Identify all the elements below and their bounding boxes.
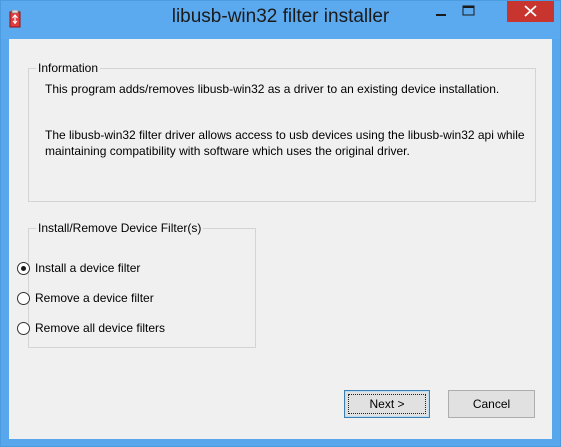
cancel-button[interactable]: Cancel [448,390,535,418]
close-icon [524,5,537,17]
maximize-button[interactable] [454,1,482,22]
install-remove-group-title: Install/Remove Device Filter(s) [36,220,204,236]
information-group: Information This program adds/removes li… [28,60,536,202]
radio-label: Remove a device filter [35,291,154,305]
minimize-icon [436,14,446,16]
maximize-icon [462,5,475,16]
next-button[interactable]: Next > [344,390,430,418]
radio-selected-dot [21,265,26,271]
focus-rectangle [348,394,426,414]
radio-button[interactable] [17,291,30,305]
radio-label: Remove all device filters [35,321,166,335]
radio-install-device-filter[interactable]: Install a device filter [17,259,140,277]
radio-remove-all-device-filters[interactable]: Remove all device filters [17,319,165,337]
radio-button[interactable] [17,321,30,335]
app-icon [9,10,21,28]
minimize-button[interactable] [428,1,454,22]
close-button[interactable] [507,1,554,22]
installer-window: libusb-win32 filter installer Informatio… [0,0,561,447]
information-paragraph-2: The libusb-win32 filter driver allows ac… [45,128,525,158]
client-area: Information This program adds/removes li… [9,39,552,439]
information-paragraph-1: This program adds/removes libusb-win32 a… [45,82,500,96]
information-group-title: Information [36,60,101,76]
radio-button[interactable] [17,261,30,275]
radio-remove-device-filter[interactable]: Remove a device filter [17,289,154,307]
title-bar[interactable]: libusb-win32 filter installer [1,1,560,39]
radio-label: Install a device filter [35,261,141,275]
